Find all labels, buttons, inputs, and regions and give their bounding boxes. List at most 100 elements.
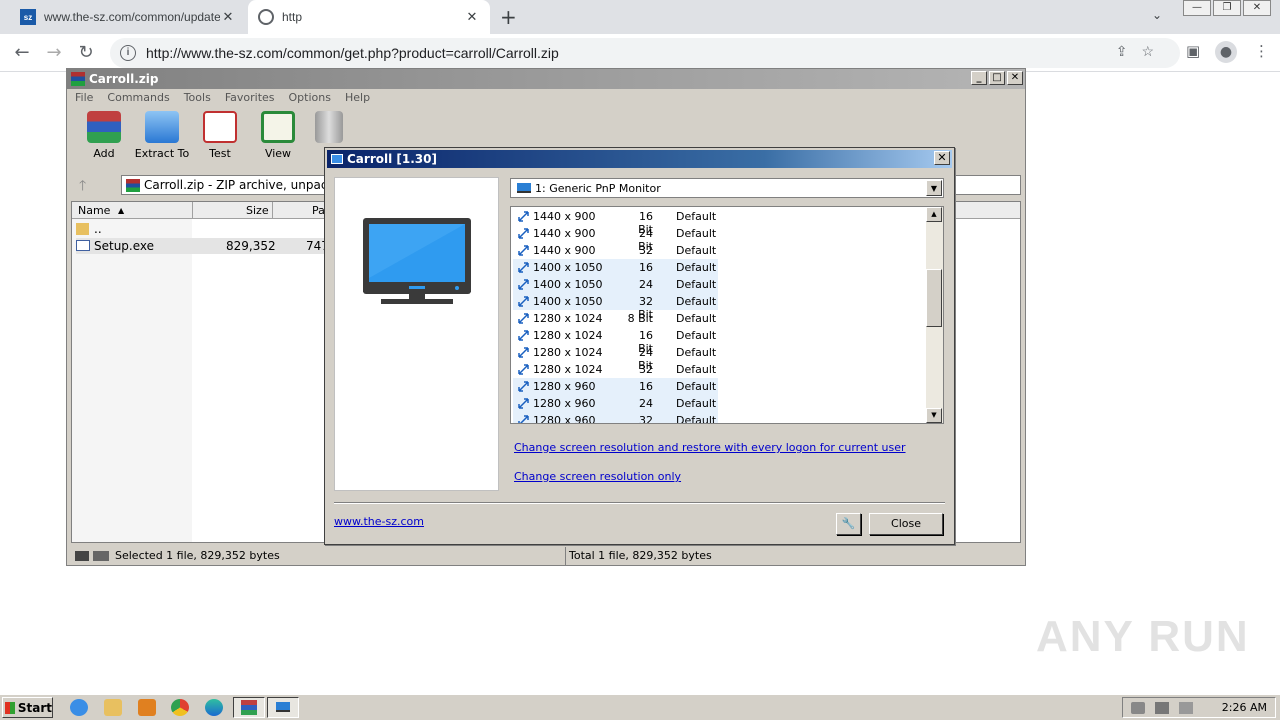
column-size[interactable]: Size (246, 204, 269, 217)
close-tab-icon[interactable]: ✕ (220, 9, 236, 25)
list-item[interactable]: 1400 x 1050 32 Bit Default (513, 293, 718, 321)
column-name[interactable]: Name (78, 204, 110, 217)
browser-toolbar: ← → ↻ i http://www.the-sz.com/common/get… (0, 34, 1280, 72)
list-item[interactable]: 1280 x 1024 8 Bit Default (513, 310, 718, 327)
winrar-toolbar: Add Extract To Test View D (75, 111, 351, 167)
table-row[interactable]: .. (76, 221, 326, 237)
site-info-icon[interactable]: i (120, 45, 136, 61)
refresh-rate: Default (676, 244, 717, 257)
explorer-folder-icon[interactable] (104, 699, 122, 716)
forward-arrow-icon[interactable]: → (42, 41, 66, 65)
tab-search-chevron-icon[interactable]: ⌄ (1152, 8, 1162, 22)
internet-explorer-icon[interactable] (70, 699, 88, 716)
taskbar-winrar-button[interactable] (233, 697, 265, 718)
carroll-dialog: Carroll [1.30] ✕ 1: Generic PnP Monitor … (324, 147, 955, 545)
browser-tab-update[interactable]: sz www.the-sz.com/common/update.ph ✕ (10, 0, 246, 34)
volume-icon[interactable] (1131, 702, 1145, 714)
resize-arrow-icon (518, 347, 529, 358)
resolution-value: 1280 x 1024 (533, 363, 603, 376)
chevron-down-icon[interactable]: ▼ (926, 180, 942, 196)
edge-icon[interactable] (205, 699, 223, 716)
change-and-restore-link[interactable]: Change screen resolution and restore wit… (514, 441, 906, 454)
view-button[interactable]: View (249, 111, 307, 167)
close-button[interactable]: Close (869, 513, 943, 535)
refresh-rate: Default (676, 261, 717, 274)
scroll-up-arrow-icon[interactable]: ▲ (926, 207, 942, 222)
close-button[interactable]: ✕ (1007, 71, 1023, 85)
menu-tools[interactable]: Tools (184, 91, 211, 104)
monitor-select[interactable]: 1: Generic PnP Monitor ▼ (510, 178, 944, 198)
scroll-down-arrow-icon[interactable]: ▼ (926, 408, 942, 423)
resolution-value: 1280 x 1024 (533, 312, 603, 325)
up-arrow-icon[interactable]: 🡑 (79, 175, 86, 199)
monitor-preview (334, 177, 499, 491)
add-button[interactable]: Add (75, 111, 133, 167)
resolution-value: 1400 x 1050 (533, 261, 603, 274)
close-window-button[interactable]: ✕ (1243, 0, 1271, 16)
reload-icon[interactable]: ↻ (74, 41, 98, 65)
menu-commands[interactable]: Commands (107, 91, 169, 104)
media-player-icon[interactable] (138, 699, 156, 716)
browser-tab-http[interactable]: http ✕ (248, 0, 490, 34)
menu-kebab-icon[interactable]: ⋮ (1254, 42, 1269, 60)
change-only-link[interactable]: Change screen resolution only (514, 470, 681, 483)
dialog-separator (334, 502, 945, 504)
resolution-list[interactable]: 1440 x 900 16 Bit Default 1440 x 900 24 Bit D… (510, 206, 944, 424)
new-tab-button[interactable]: + (500, 5, 517, 29)
scrollbar-thumb[interactable] (926, 269, 942, 327)
list-item[interactable]: 1280 x 960 32 Bit Default (513, 412, 718, 424)
website-link[interactable]: www.the-sz.com (334, 515, 424, 528)
vertical-scrollbar[interactable]: ▲ ▼ (926, 207, 943, 423)
drive-key-icons (75, 551, 109, 561)
view-book-icon (261, 111, 295, 143)
back-arrow-icon[interactable]: ← (10, 41, 34, 65)
url-text: http://www.the-sz.com/common/get.php?pro… (146, 45, 559, 61)
menu-favorites[interactable]: Favorites (225, 91, 275, 104)
resolution-value: 1440 x 900 (533, 227, 596, 240)
chrome-icon[interactable] (171, 699, 189, 716)
list-item[interactable]: 1280 x 1024 16 Bit Default (513, 327, 718, 355)
list-item[interactable]: 1280 x 1024 24 Bit Default (513, 344, 718, 372)
list-item[interactable]: 1440 x 90032 BitDefault (513, 242, 718, 270)
list-item[interactable]: 1400 x 105024 BitDefault (513, 276, 718, 304)
list-item[interactable]: 1400 x 105016 BitDefault (513, 259, 718, 287)
menu-help[interactable]: Help (345, 91, 370, 104)
trash-icon (315, 111, 343, 143)
taskbar-carroll-button[interactable] (267, 697, 299, 718)
profile-avatar[interactable]: ● (1215, 41, 1237, 63)
minimize-button[interactable]: _ (971, 71, 987, 85)
close-icon[interactable]: ✕ (934, 151, 950, 165)
close-tab-icon[interactable]: ✕ (464, 9, 480, 25)
start-button[interactable]: Start (2, 697, 53, 718)
action-center-flag-icon[interactable] (1179, 702, 1193, 714)
menu-file[interactable]: File (75, 91, 93, 104)
restore-button[interactable]: ❐ (1213, 0, 1241, 16)
maximize-button[interactable]: □ (989, 71, 1005, 85)
refresh-rate: Default (676, 278, 717, 291)
address-bar[interactable]: i http://www.the-sz.com/common/get.php?p… (110, 38, 1180, 68)
list-item[interactable]: 1280 x 96016 BitDefault (513, 378, 718, 406)
resolution-value: 1440 x 900 (533, 244, 596, 257)
folder-up-icon (76, 223, 89, 235)
list-item[interactable]: 1280 x 96024 BitDefault (513, 395, 718, 423)
settings-wrench-button[interactable]: 🔧 (836, 513, 861, 535)
network-icon[interactable] (1155, 702, 1169, 714)
table-row[interactable]: Setup.exe 829,352 747 (76, 238, 329, 254)
list-item[interactable]: 1280 x 102432 BitDefault (513, 361, 718, 389)
test-button[interactable]: Test (191, 111, 249, 167)
color-depth: 32 Bit (639, 414, 653, 424)
refresh-rate: Default (676, 397, 717, 410)
window-controls: — ❐ ✕ (1183, 0, 1273, 18)
extract-to-button[interactable]: Extract To (133, 111, 191, 167)
list-item[interactable]: 1440 x 900 16 Bit Default (513, 208, 718, 236)
column-packed[interactable]: Pa (312, 204, 325, 217)
list-item[interactable]: 1440 x 900 24 Bit Default (513, 225, 718, 253)
share-star-icons[interactable]: ⇪☆ (1116, 43, 1168, 60)
extract-to-label: Extract To (134, 147, 190, 160)
menu-options[interactable]: Options (289, 91, 331, 104)
refresh-rate: Default (676, 346, 717, 359)
winrar-titlebar: Carroll.zip _ □ ✕ (67, 69, 1025, 89)
side-panel-icon[interactable]: ▣ (1186, 42, 1200, 60)
minimize-button[interactable]: — (1183, 0, 1211, 16)
resolution-value: 1280 x 1024 (533, 329, 603, 342)
